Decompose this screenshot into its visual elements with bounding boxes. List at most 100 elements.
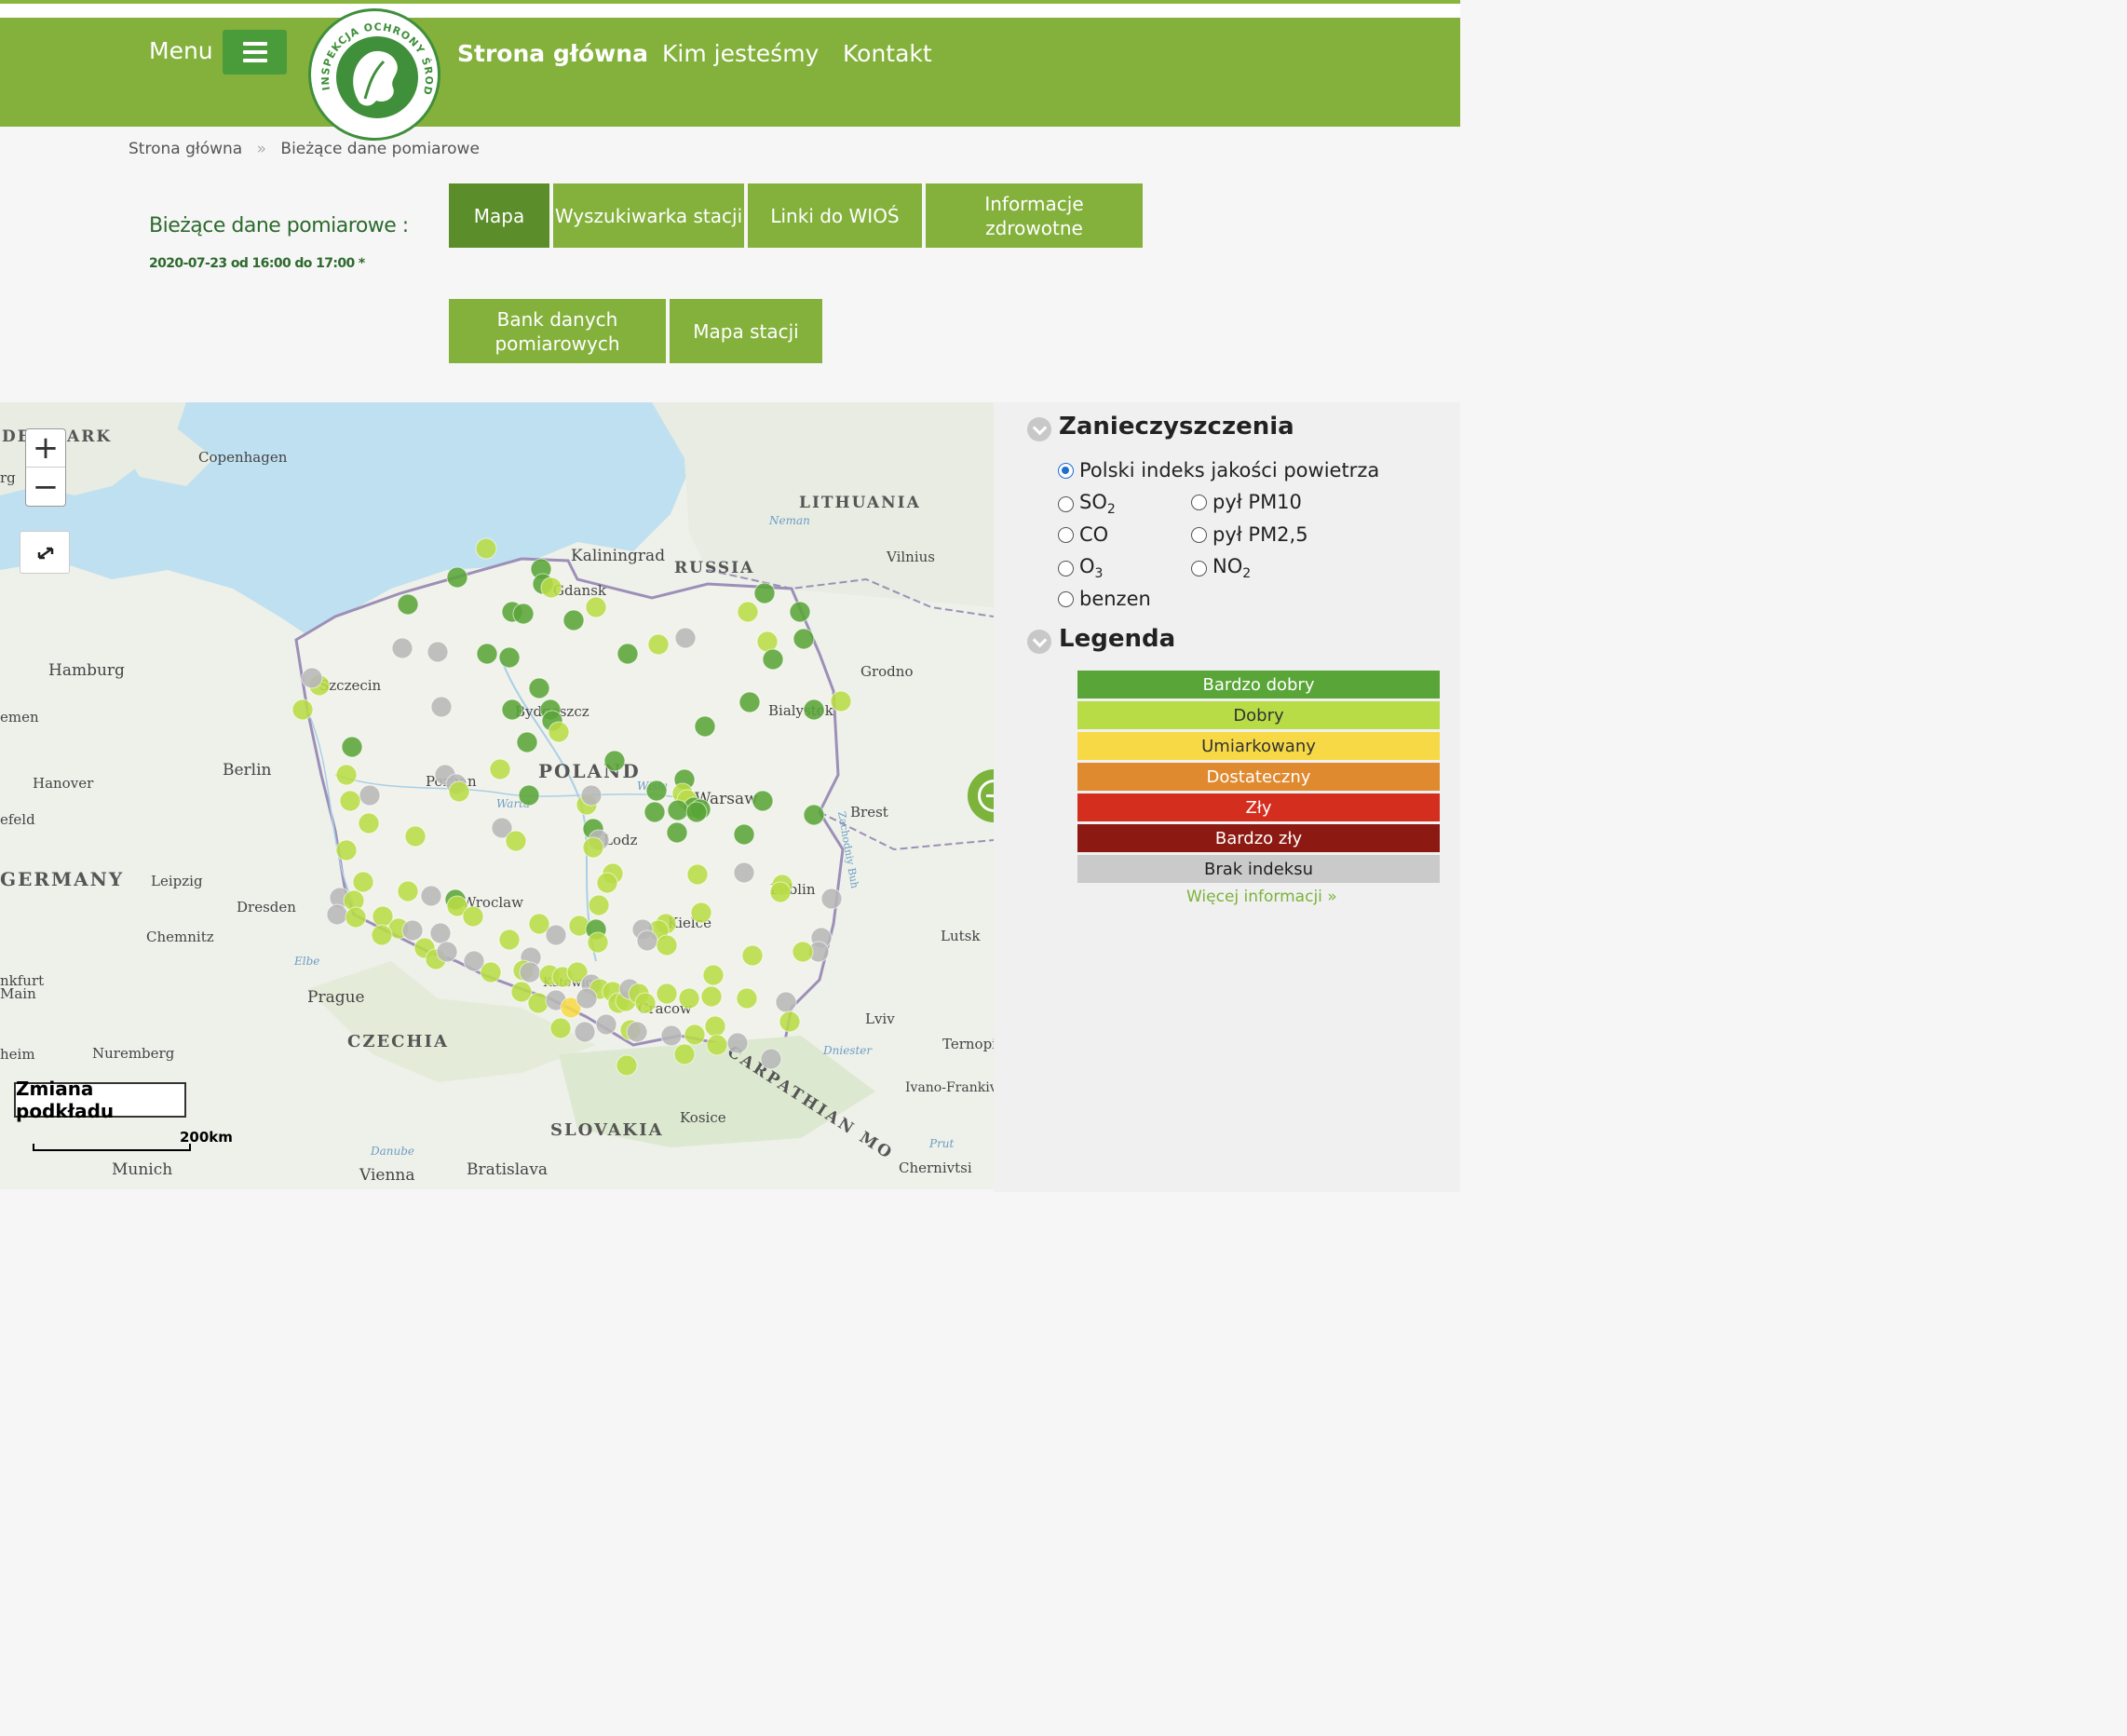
option-o3[interactable]: O3 — [1058, 555, 1103, 581]
station-marker[interactable] — [371, 924, 393, 946]
station-marker[interactable] — [603, 750, 626, 772]
station-marker[interactable] — [820, 888, 843, 910]
station-marker[interactable] — [690, 902, 712, 924]
station-marker[interactable] — [519, 961, 541, 983]
station-marker[interactable] — [339, 790, 361, 812]
radio-aqi[interactable] — [1058, 462, 1074, 479]
station-marker[interactable] — [678, 987, 700, 1010]
station-marker[interactable] — [704, 1015, 726, 1038]
station-marker[interactable] — [516, 731, 538, 753]
station-marker[interactable] — [733, 861, 755, 884]
station-marker[interactable] — [501, 698, 523, 721]
station-marker[interactable] — [616, 1054, 638, 1077]
station-marker[interactable] — [636, 929, 658, 952]
station-marker[interactable] — [475, 537, 497, 560]
station-marker[interactable] — [527, 992, 549, 1014]
station-marker[interactable] — [706, 1034, 728, 1056]
station-marker[interactable] — [656, 983, 678, 1005]
station-marker[interactable] — [803, 698, 825, 721]
nav-contact[interactable]: Kontakt — [843, 40, 932, 67]
station-marker[interactable] — [752, 790, 774, 812]
station-marker[interactable] — [489, 758, 511, 780]
station-marker[interactable] — [762, 648, 784, 671]
air-quality-map[interactable]: DENMARKCopenhagenLITHUANIANemanKaliningr… — [0, 402, 994, 1189]
station-marker[interactable] — [545, 924, 567, 946]
station-marker[interactable] — [666, 821, 688, 844]
station-marker[interactable] — [576, 987, 598, 1010]
collapse-legend-icon[interactable] — [1027, 630, 1051, 654]
station-marker[interactable] — [700, 985, 723, 1008]
station-marker[interactable] — [634, 992, 657, 1014]
station-marker[interactable] — [588, 894, 610, 916]
station-marker[interactable] — [753, 582, 776, 604]
station-marker[interactable] — [656, 934, 678, 956]
station-marker[interactable] — [779, 1010, 801, 1033]
radio-pm10[interactable] — [1191, 494, 1207, 510]
menu-hamburger-button[interactable] — [223, 30, 287, 75]
station-marker[interactable] — [736, 987, 758, 1010]
station-marker[interactable] — [352, 871, 374, 893]
station-marker[interactable] — [803, 804, 825, 826]
station-marker[interactable] — [462, 905, 484, 928]
radio-pm25[interactable] — [1191, 526, 1207, 543]
station-marker[interactable] — [737, 601, 759, 623]
zoom-in-button[interactable]: + — [26, 429, 65, 468]
station-marker[interactable] — [476, 643, 498, 665]
station-marker[interactable] — [775, 991, 797, 1013]
station-marker[interactable] — [702, 964, 725, 986]
station-marker[interactable] — [585, 596, 607, 618]
menu-label[interactable]: Menu — [149, 37, 213, 64]
station-marker[interactable] — [518, 784, 540, 807]
station-marker[interactable] — [335, 839, 358, 861]
station-marker[interactable] — [512, 603, 535, 625]
station-marker[interactable] — [660, 1024, 683, 1047]
station-marker[interactable] — [645, 780, 668, 802]
station-marker[interactable] — [587, 931, 609, 954]
fullscreen-button[interactable] — [20, 531, 70, 574]
option-co[interactable]: CO — [1058, 523, 1108, 546]
station-marker[interactable] — [582, 836, 604, 859]
station-marker[interactable] — [792, 941, 814, 963]
station-marker[interactable] — [674, 627, 697, 649]
option-pm25[interactable]: pył PM2,5 — [1191, 523, 1308, 546]
station-marker[interactable] — [726, 1032, 749, 1054]
station-marker[interactable] — [505, 830, 527, 852]
station-marker[interactable] — [647, 633, 670, 656]
station-marker[interactable] — [616, 643, 639, 665]
station-marker[interactable] — [741, 944, 764, 967]
station-marker[interactable] — [404, 825, 427, 848]
radio-o3[interactable] — [1058, 560, 1074, 576]
option-so2[interactable]: SO2 — [1058, 491, 1116, 517]
station-marker[interactable] — [549, 1017, 572, 1039]
station-marker[interactable] — [446, 566, 468, 589]
station-marker[interactable] — [580, 784, 603, 807]
station-marker[interactable] — [793, 628, 815, 650]
nav-home[interactable]: Strona główna — [457, 40, 648, 67]
station-marker[interactable] — [397, 880, 419, 902]
station-marker[interactable] — [686, 863, 709, 886]
option-aqi[interactable]: Polski indeks jakości powietrza — [1058, 459, 1379, 481]
tab-map[interactable]: Mapa — [449, 183, 549, 248]
station-marker[interactable] — [401, 919, 424, 942]
station-marker[interactable] — [427, 641, 449, 663]
radio-co[interactable] — [1058, 526, 1074, 543]
station-marker[interactable] — [480, 961, 502, 983]
tab-health-info[interactable]: Informacje zdrowotne — [926, 183, 1143, 248]
station-marker[interactable] — [359, 784, 381, 807]
station-marker[interactable] — [335, 764, 358, 786]
gios-logo[interactable]: INSPEKCJA OCHRONY ŚRODOWISKA — [308, 8, 440, 141]
station-marker[interactable] — [420, 885, 442, 907]
option-no2[interactable]: NO2 — [1191, 555, 1251, 581]
station-marker[interactable] — [548, 721, 570, 743]
station-marker[interactable] — [830, 690, 852, 712]
station-marker[interactable] — [498, 646, 521, 669]
station-marker[interactable] — [528, 677, 550, 699]
option-pm10[interactable]: pył PM10 — [1191, 491, 1302, 513]
station-marker[interactable] — [397, 593, 419, 616]
station-marker[interactable] — [448, 780, 470, 803]
station-marker[interactable] — [301, 667, 323, 689]
station-marker[interactable] — [358, 812, 380, 834]
nav-about[interactable]: Kim jesteśmy — [662, 40, 819, 67]
zoom-out-button[interactable]: − — [26, 468, 65, 506]
station-marker[interactable] — [429, 922, 452, 944]
